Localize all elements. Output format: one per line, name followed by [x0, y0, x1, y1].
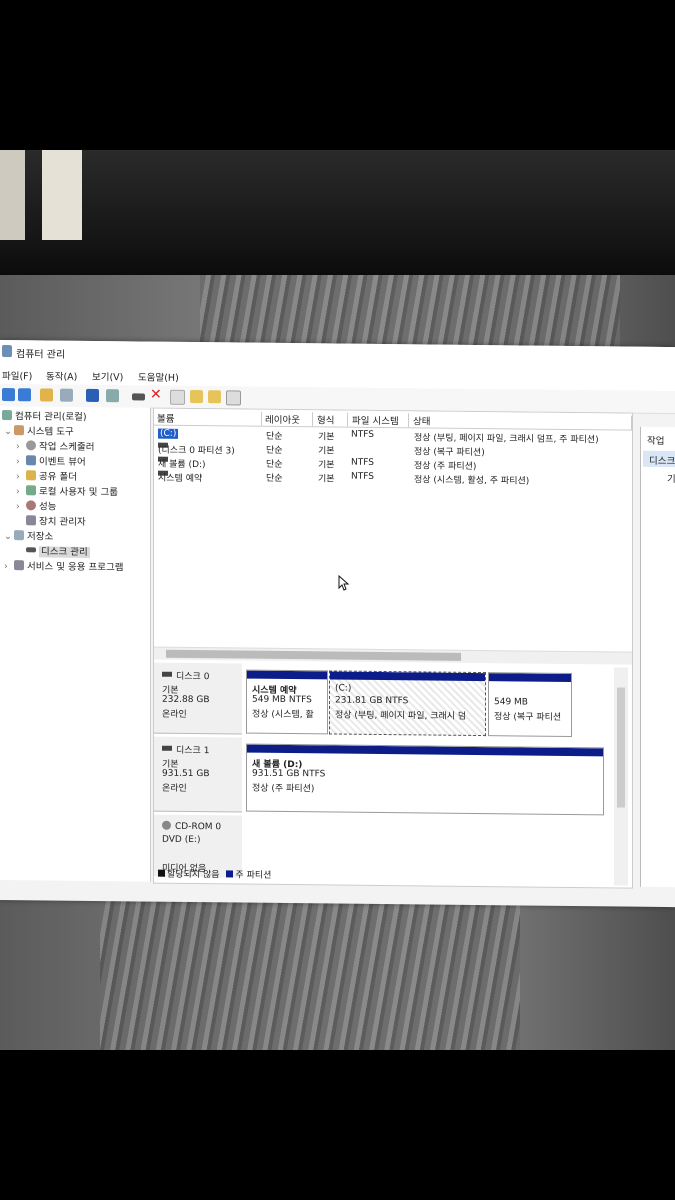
partition-bar: [330, 671, 485, 682]
chevron-right-icon[interactable]: ›: [16, 501, 26, 512]
app-icon: [2, 345, 12, 358]
primary-swatch: [226, 870, 234, 878]
menu-action[interactable]: 동작(A): [46, 368, 77, 382]
forward-icon[interactable]: [18, 388, 31, 402]
tools-icon: [14, 425, 24, 436]
tree-item[interactable]: 장치 관리자: [26, 513, 86, 528]
scrollbar-thumb[interactable]: [617, 687, 625, 808]
event-viewer-icon: [26, 455, 36, 466]
partition-bar: [489, 673, 571, 682]
disk-size: 931.51 GB: [162, 768, 210, 780]
help-icon[interactable]: [86, 388, 99, 403]
vertical-scrollbar[interactable]: [614, 667, 628, 886]
users-icon: [26, 485, 36, 496]
horizontal-scrollbar[interactable]: [154, 646, 632, 665]
menu-view[interactable]: 보기(V): [92, 369, 123, 383]
disk-graphical-view: 디스크 0 기본 232.88 GB 온라인 시스템 예약 549 MB NTF…: [154, 662, 614, 888]
disk-icon: [162, 745, 172, 751]
partition-bar: [247, 670, 327, 680]
console-tree: 컴퓨터 관리(로컬) ⌄ 시스템 도구 › 작업 스케줄러 › 이벤트 뷰어 › 공유 …: [0, 406, 151, 882]
cd-icon: [162, 820, 171, 830]
up-folder-icon[interactable]: [40, 388, 53, 402]
partition-recovery[interactable]: 549 MB 정상 (복구 파티션: [488, 672, 572, 737]
performance-icon: [26, 500, 36, 511]
menu-help[interactable]: 도움말(H): [138, 369, 179, 383]
disk-state: 온라인: [162, 783, 187, 794]
chevron-right-icon[interactable]: ›: [16, 456, 26, 467]
disk-icon[interactable]: [132, 393, 145, 401]
column-volume[interactable]: 볼륨: [154, 410, 262, 426]
actions-header: 작업: [647, 435, 665, 447]
window-title: 컴퓨터 관리: [16, 349, 66, 361]
disk-name: CD-ROM 0: [175, 821, 222, 833]
tree-system-tools[interactable]: ⌄ 시스템 도구: [4, 423, 74, 438]
disk-icon: [26, 547, 36, 553]
tree-item[interactable]: › 로컬 사용자 및 그룹: [16, 483, 118, 498]
disk-kind: DVD (E:): [162, 834, 201, 846]
tree-disk-management[interactable]: 디스크 관리: [26, 543, 90, 558]
tree-storage[interactable]: ⌄ 저장소: [4, 528, 53, 543]
console-tree-icon[interactable]: [60, 388, 73, 402]
column-layout[interactable]: 레이아웃: [262, 411, 313, 427]
tree-item[interactable]: › 공유 폴더: [16, 468, 77, 483]
actions-selected[interactable]: 디스크: [643, 450, 675, 468]
check-icon[interactable]: [170, 389, 185, 405]
disk-1-label[interactable]: 디스크 1 기본 931.51 GB 온라인: [154, 736, 242, 813]
disk-icon: [162, 671, 172, 677]
tree-item[interactable]: › 성능: [16, 498, 56, 513]
shared-folder-icon: [26, 470, 36, 481]
chevron-right-icon[interactable]: ›: [16, 471, 26, 482]
disk-state: 온라인: [162, 709, 187, 720]
tree-root[interactable]: 컴퓨터 관리(로컬): [2, 408, 87, 423]
unallocated-swatch: [158, 869, 165, 877]
services-icon: [14, 560, 24, 571]
column-filesystem[interactable]: 파일 시스템: [349, 412, 409, 428]
wallpaper-rock: [100, 900, 520, 1050]
paper-scrap: [0, 150, 25, 240]
partition-system-reserved[interactable]: 시스템 예약 549 MB NTFS 정상 (시스템, 활: [246, 669, 328, 735]
folder-search-icon[interactable]: [208, 390, 221, 404]
folder-icon[interactable]: [190, 389, 203, 404]
tree-services[interactable]: › 서비스 및 응용 프로그램: [4, 558, 123, 573]
column-type[interactable]: 형식: [314, 412, 348, 427]
back-icon[interactable]: [2, 388, 15, 402]
partition-bar: [247, 744, 603, 757]
chevron-down-icon[interactable]: ⌄: [4, 531, 14, 542]
disk-name: 디스크 0: [176, 671, 210, 683]
chevron-right-icon[interactable]: ›: [4, 561, 14, 572]
partition-d[interactable]: 새 볼륨 (D:) 931.51 GB NTFS 정상 (주 파티션): [246, 743, 604, 816]
computer-management-window: 컴퓨터 관리 파일(F) 동작(A) 보기(V) 도움말(H) ✕ 컴퓨터 관리…: [0, 340, 675, 908]
disk-name: 디스크 1: [176, 745, 210, 757]
chevron-right-icon[interactable]: ›: [16, 441, 26, 452]
disk-management-pane: 볼륨 레이아웃 형식 파일 시스템 상태 (C:) 단순 기본 NTFS 정상 …: [153, 407, 633, 889]
tree-item[interactable]: › 작업 스케줄러: [16, 438, 94, 453]
legend: 할당되지 않음 주 파티션: [154, 867, 271, 881]
partition-c[interactable]: (C:) 231.81 GB NTFS 정상 (부팅, 페이지 파일, 크래시 …: [329, 670, 486, 737]
delete-icon[interactable]: ✕: [150, 387, 163, 403]
actions-pane: 작업 디스크 기: [640, 426, 675, 888]
disk-0-label[interactable]: 디스크 0 기본 232.88 GB 온라인: [154, 662, 242, 735]
scrollbar-thumb[interactable]: [166, 649, 461, 661]
list-view-icon[interactable]: [226, 390, 241, 406]
column-status[interactable]: 상태: [410, 413, 632, 430]
paper-scrap: [42, 150, 82, 240]
properties-icon[interactable]: [106, 389, 119, 403]
chevron-down-icon[interactable]: ⌄: [4, 426, 14, 437]
disk-size: 232.88 GB: [162, 694, 210, 706]
monitor-bezel: [0, 150, 675, 275]
clock-icon: [26, 440, 36, 451]
device-manager-icon: [26, 515, 36, 526]
actions-item[interactable]: 기: [667, 471, 675, 485]
chevron-right-icon[interactable]: ›: [16, 486, 26, 497]
storage-icon: [14, 530, 24, 541]
tree-item[interactable]: › 이벤트 뷰어: [16, 453, 86, 468]
menu-file[interactable]: 파일(F): [2, 368, 32, 382]
computer-icon: [2, 410, 12, 421]
cdrom-area: [246, 815, 602, 880]
